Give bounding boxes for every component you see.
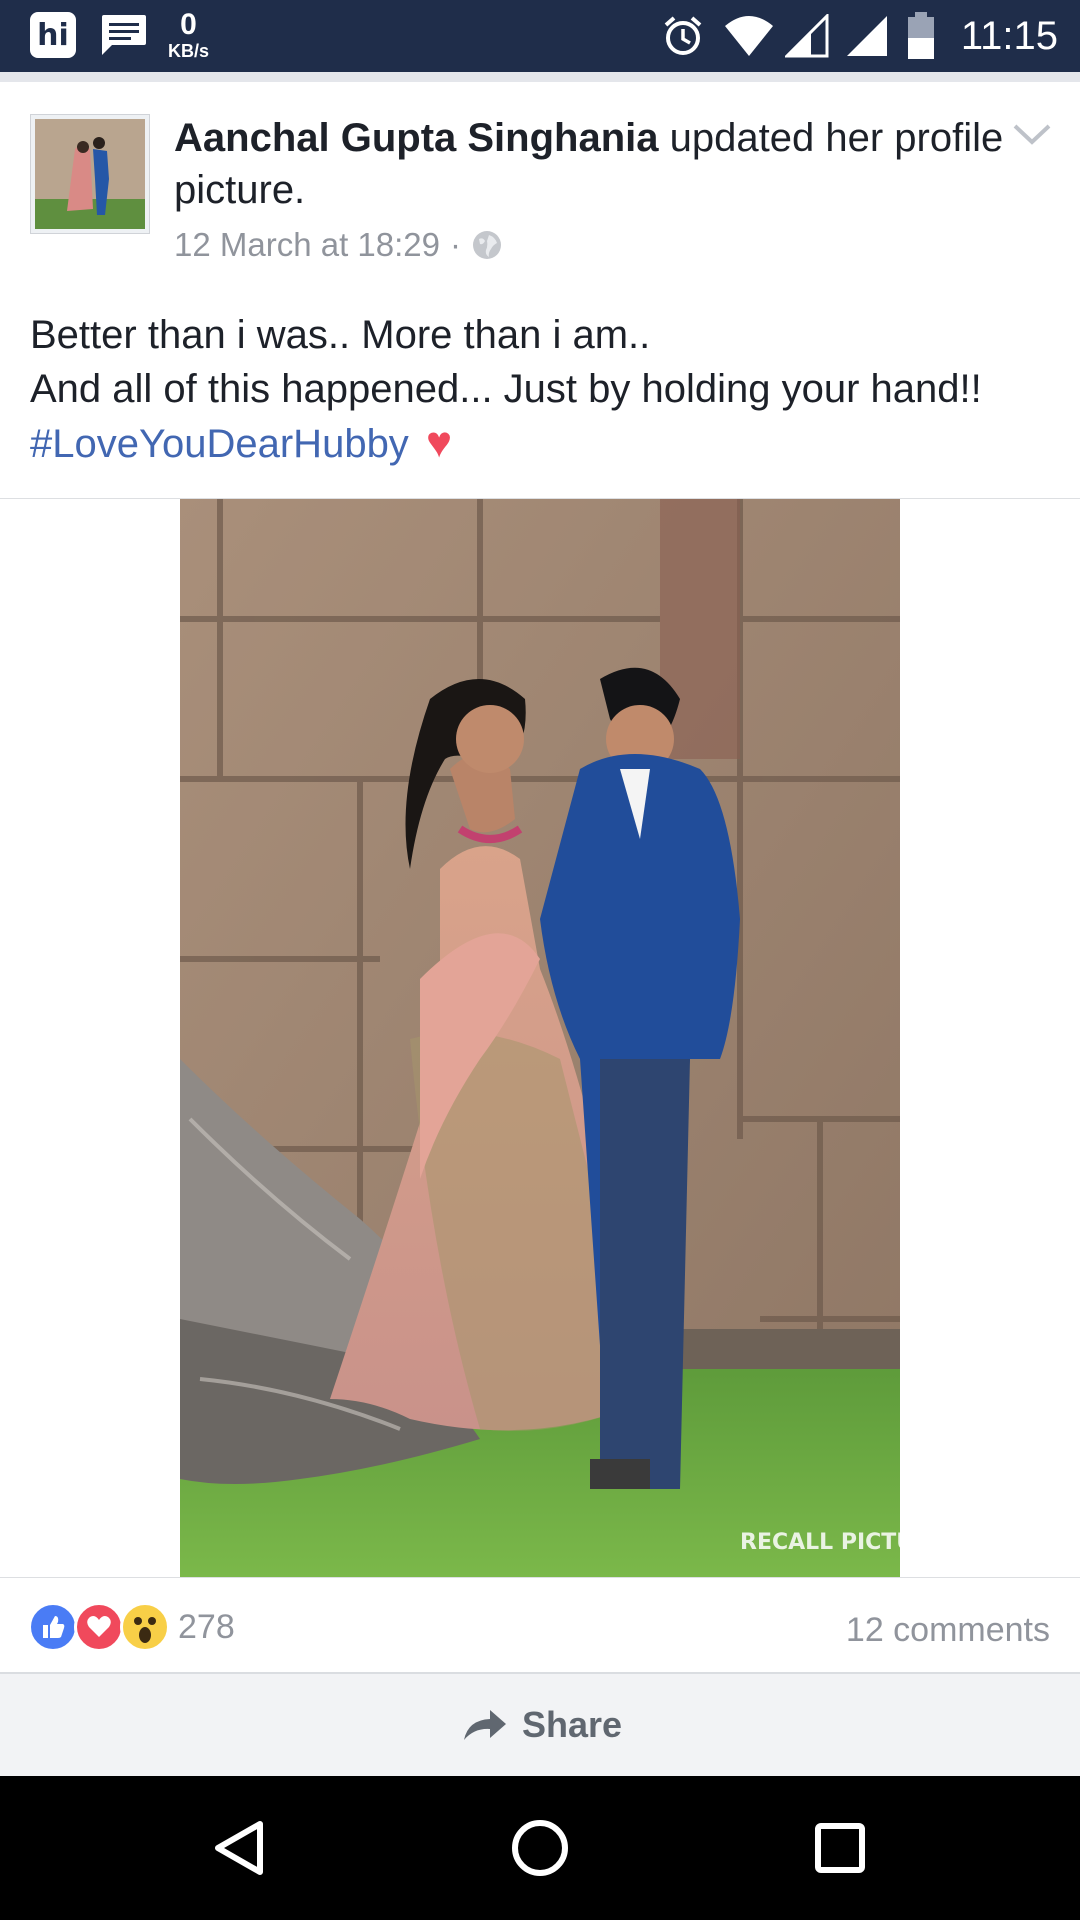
network-speed: 0 KB/s: [168, 8, 210, 61]
back-button[interactable]: [210, 1818, 270, 1878]
hashtag-link[interactable]: #LoveYouDearHubby: [30, 422, 409, 466]
navigation-bar: [0, 1776, 1080, 1920]
recents-button[interactable]: [810, 1818, 870, 1878]
post-text-line: Better than i was.. More than i am..: [30, 313, 651, 357]
signal-icon: [846, 16, 887, 56]
heart-emoji: ♥: [425, 418, 453, 467]
speed-value: 0: [180, 8, 197, 41]
author-name[interactable]: Aanchal Gupta Singhania: [174, 116, 659, 160]
post-text: Better than i was.. More than i am.. And…: [30, 308, 1060, 471]
post-headline: Aanchal Gupta Singhania updated her prof…: [174, 112, 1004, 216]
like-icon: [28, 1602, 78, 1652]
wow-icon: [120, 1602, 170, 1652]
screen: hi 0 KB/s 11:15 Aanchal Gupta Singhania …: [0, 0, 1080, 1920]
share-label: Share: [522, 1704, 623, 1745]
message-icon: [98, 13, 148, 57]
post-photo[interactable]: RECALL PICTURES: [180, 499, 900, 1577]
status-time: 11:15: [960, 13, 1058, 58]
alarm-icon: [664, 16, 702, 55]
feed-separator: [0, 72, 1080, 82]
home-button[interactable]: [510, 1818, 570, 1878]
wifi-icon: [724, 16, 773, 56]
status-bar: hi 0 KB/s 11:15: [0, 0, 1080, 72]
photo-watermark: RECALL PICTURES: [740, 1530, 900, 1555]
signal-icon: [784, 14, 829, 58]
meta-separator: ·: [450, 226, 461, 263]
hi-app-icon: hi: [30, 12, 76, 58]
post-photo-frame: RECALL PICTURES: [0, 498, 1080, 1578]
comments-link[interactable]: 12 comments: [846, 1611, 1050, 1650]
avatar[interactable]: [30, 114, 150, 234]
globe-icon: [473, 231, 501, 259]
reaction-count: 278: [178, 1607, 235, 1646]
reaction-summary[interactable]: 278: [28, 1602, 235, 1652]
share-icon: [464, 1710, 506, 1740]
action-bar: Share: [0, 1674, 1080, 1776]
battery-icon: [907, 12, 934, 59]
post-text-line: And all of this happened... Just by hold…: [30, 367, 982, 411]
speed-unit: KB/s: [168, 41, 210, 61]
share-button[interactable]: Share: [462, 1674, 622, 1776]
post-timestamp[interactable]: 12 March at 18:29: [174, 226, 440, 264]
post-meta: 12 March at 18:29 ·: [174, 226, 503, 264]
love-icon: [74, 1602, 124, 1652]
chevron-down-icon[interactable]: [1012, 120, 1052, 150]
